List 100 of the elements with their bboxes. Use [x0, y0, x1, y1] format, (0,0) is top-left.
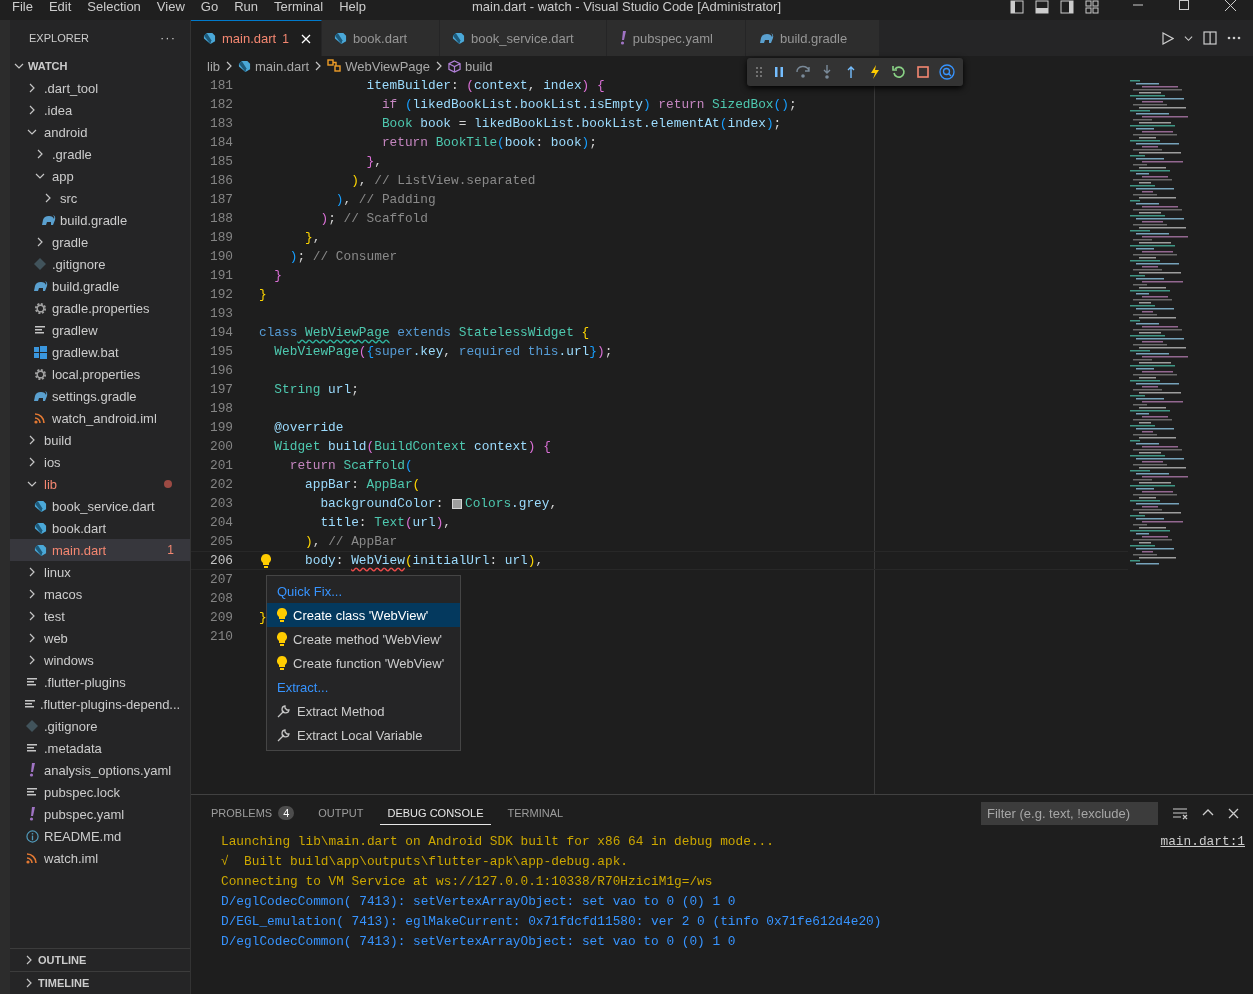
menu-item[interactable]: Selection: [79, 0, 149, 13]
layout-icon[interactable]: [1035, 0, 1049, 14]
tree-item[interactable]: analysis_options.yaml: [10, 759, 190, 781]
menu-item[interactable]: Terminal: [266, 0, 332, 13]
split-editor-icon[interactable]: [1203, 31, 1217, 45]
tree-item[interactable]: .gitignore: [10, 715, 190, 737]
tree-item[interactable]: README.md: [10, 825, 190, 847]
tree-item[interactable]: .gitignore: [10, 253, 190, 275]
tree-item[interactable]: .idea: [10, 99, 190, 121]
breadcrumb-item[interactable]: WebViewPage: [345, 58, 431, 74]
tree-item[interactable]: gradle: [10, 231, 190, 253]
breadcrumb-item[interactable]: lib: [207, 58, 220, 74]
tree-item[interactable]: build.gradle: [10, 275, 190, 297]
tree-item[interactable]: ios: [10, 451, 190, 473]
breadcrumb-item[interactable]: main.dart: [255, 58, 310, 74]
file-name: .metadata: [44, 740, 102, 756]
menu-item[interactable]: Create function 'WebView': [267, 651, 460, 675]
section-header[interactable]: TIMELINE: [10, 971, 190, 994]
tree-item[interactable]: macos: [10, 583, 190, 605]
more-icon[interactable]: [1227, 36, 1241, 40]
breadcrumb-item[interactable]: build: [465, 58, 493, 74]
close-icon[interactable]: [1228, 807, 1239, 819]
code-text: Colors.grey,: [465, 496, 558, 511]
more-actions[interactable]: ···: [160, 30, 176, 45]
filter-field[interactable]: Filter (e.g. text, !exclude): [981, 801, 1158, 825]
editor-tab[interactable]: pubspec.yaml: [606, 20, 746, 56]
line-number: 208: [208, 591, 234, 606]
tree-item[interactable]: .flutter-plugins: [10, 671, 190, 693]
clear-list-icon[interactable]: [1172, 806, 1188, 820]
maximize-icon[interactable]: [1179, 0, 1189, 10]
tree-item[interactable]: lib: [10, 473, 190, 495]
chevron-down-icon[interactable]: [1184, 33, 1193, 43]
menu-item[interactable]: Create method 'WebView': [267, 627, 460, 651]
layout-icon[interactable]: [1010, 0, 1024, 14]
tree-item[interactable]: gradle.properties: [10, 297, 190, 319]
tree-item[interactable]: windows: [10, 649, 190, 671]
console-line: D/eglCodecCommon( 7413): setVertexArrayObject: set vao to 0 (0) 1 0: [221, 893, 736, 909]
editor-tab[interactable]: book_service.dart: [440, 20, 607, 56]
tree-item[interactable]: build.gradle: [10, 209, 190, 231]
tree-item[interactable]: book.dart: [10, 517, 190, 539]
color-swatch[interactable]: [452, 498, 462, 509]
tree-item[interactable]: web: [10, 627, 190, 649]
grip-icon[interactable]: [755, 66, 763, 78]
tree-item[interactable]: local.properties: [10, 363, 190, 385]
tree-item[interactable]: book_service.dart: [10, 495, 190, 517]
menu-item[interactable]: Edit: [40, 0, 80, 13]
tree-item[interactable]: gradlew: [10, 319, 190, 341]
tree-item[interactable]: .metadata: [10, 737, 190, 759]
file-name: build.gradle: [60, 212, 128, 228]
tree-item[interactable]: .dart_tool: [10, 77, 190, 99]
file-name: lib: [44, 476, 57, 492]
source-link[interactable]: main.dart:1: [1160, 833, 1245, 849]
step-over-icon[interactable]: [795, 64, 811, 80]
line-number: 195: [208, 344, 234, 359]
lightbulb-icon[interactable]: [261, 554, 271, 568]
menu-item[interactable]: Run: [226, 0, 266, 13]
panel-tab[interactable]: PROBLEMS 4: [203, 800, 303, 826]
tree-item[interactable]: main.dart 1: [10, 539, 190, 561]
tree-item[interactable]: watch.iml: [10, 847, 190, 869]
editor-tab[interactable]: build.gradle: [745, 20, 881, 56]
menu-item[interactable]: Help: [331, 0, 374, 13]
magnifier-icon[interactable]: [939, 64, 955, 80]
tree-item[interactable]: settings.gradle: [10, 385, 190, 407]
layout-icon[interactable]: [1060, 0, 1074, 14]
tree-item[interactable]: pubspec.yaml: [10, 803, 190, 825]
tree-item[interactable]: app: [10, 165, 190, 187]
code-text: body: WebView(initialUrl: url),: [305, 553, 544, 568]
restart-icon[interactable]: [891, 64, 907, 80]
tree-item[interactable]: .gradle: [10, 143, 190, 165]
layout-icon[interactable]: [1085, 0, 1099, 14]
tree-item[interactable]: src: [10, 187, 190, 209]
console-line: √ Built build\app\outputs\flutter-apk\app-debug.apk.: [221, 853, 628, 869]
tree-item[interactable]: gradlew.bat: [10, 341, 190, 363]
tree-item[interactable]: watch_android.iml: [10, 407, 190, 429]
section-header[interactable]: WATCH: [10, 55, 190, 77]
file-name: book.dart: [52, 520, 107, 536]
tree-item[interactable]: android: [10, 121, 190, 143]
tree-item[interactable]: .flutter-plugins-depend...: [10, 693, 190, 715]
menu-heading: Quick Fix...: [277, 583, 342, 599]
tree-item[interactable]: linux: [10, 561, 190, 583]
panel-tab[interactable]: OUTPUT: [310, 801, 372, 825]
menu-item[interactable]: Extract Local Variable: [267, 723, 460, 747]
lightbulb-icon: [277, 632, 287, 646]
menu-item[interactable]: View: [148, 0, 193, 13]
tree-item[interactable]: test: [10, 605, 190, 627]
class-icon: [327, 59, 342, 73]
play-icon[interactable]: [1162, 31, 1174, 45]
menu-item[interactable]: File: [4, 0, 41, 13]
tree-item[interactable]: pubspec.lock: [10, 781, 190, 803]
panel-tab[interactable]: DEBUG CONSOLE: [379, 801, 492, 825]
menu-item[interactable]: Extract Method: [267, 699, 460, 723]
menu-item[interactable]: Create class 'WebView': [267, 603, 460, 627]
stop-icon[interactable]: [915, 64, 931, 80]
panel-tab[interactable]: TERMINAL: [499, 801, 572, 825]
editor-tab[interactable]: main.dart 1: [191, 20, 322, 56]
editor-tab[interactable]: book.dart: [321, 20, 441, 56]
tree-item[interactable]: build: [10, 429, 190, 451]
menu-item[interactable]: Go: [192, 0, 227, 13]
close-icon[interactable]: [1224, 0, 1236, 11]
section-header[interactable]: OUTLINE: [10, 948, 190, 971]
